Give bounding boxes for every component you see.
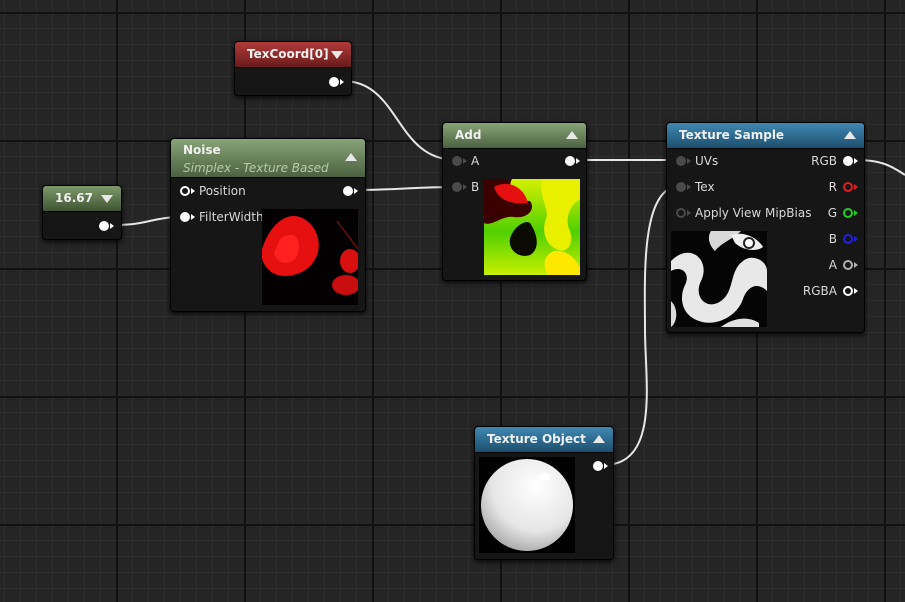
add-node-title: Add — [455, 128, 482, 142]
texture-sample-node[interactable]: Texture Sample UVs Tex Apply View MipBia… — [666, 122, 865, 333]
texture-object-node[interactable]: Texture Object — [474, 426, 614, 560]
wire-noise-to-add-b — [354, 186, 457, 191]
r-pin-label: R — [828, 180, 837, 194]
texture-sample-node-header[interactable]: Texture Sample — [667, 123, 864, 149]
pin-arrow-icon — [854, 210, 858, 216]
add-node[interactable]: Add A B — [442, 122, 587, 281]
material-graph-canvas[interactable]: TexCoord[0] 16.67 Noise Simplex - Textur… — [0, 0, 905, 602]
noise-node-title: Noise — [183, 143, 221, 157]
pin-arrow-icon — [191, 188, 195, 194]
rgb-output-pin[interactable] — [843, 156, 853, 166]
noise-node-subtitle: Simplex - Texture Based — [183, 161, 329, 175]
noise-preview-thumbnail — [262, 209, 358, 305]
constant-node[interactable]: 16.67 — [42, 185, 122, 240]
texture-sample-node-title: Texture Sample — [679, 128, 785, 142]
b-input-pin[interactable] — [452, 182, 462, 192]
constant-output-pin[interactable] — [99, 221, 109, 231]
apply-view-mipbias-pin-label: Apply View MipBias — [695, 206, 812, 220]
pin-arrow-icon — [854, 184, 858, 190]
collapse-arrow-icon[interactable] — [566, 131, 578, 139]
add-output-pin[interactable] — [565, 156, 575, 166]
texture-object-preview-thumbnail — [479, 457, 575, 553]
texture-object-node-header[interactable]: Texture Object — [475, 427, 613, 453]
pin-arrow-icon — [854, 158, 858, 164]
texcoord-output-pin[interactable] — [329, 77, 339, 87]
b-output-pin-label: B — [828, 232, 837, 246]
collapse-arrow-icon[interactable] — [331, 51, 343, 59]
pin-arrow-icon — [191, 214, 195, 220]
collapse-arrow-icon[interactable] — [593, 435, 605, 443]
collapse-arrow-icon[interactable] — [844, 131, 856, 139]
texcoord-node-title: TexCoord[0] — [247, 47, 329, 61]
rgb-pin-label: RGB — [811, 154, 837, 168]
uvs-pin-label: UVs — [695, 154, 719, 168]
tex-pin-label: Tex — [695, 180, 715, 194]
pin-arrow-icon — [110, 223, 114, 229]
noise-output-pin[interactable] — [343, 186, 353, 196]
pin-arrow-icon — [854, 288, 858, 294]
g-pin-label: G — [827, 206, 837, 220]
texture-object-output-pin[interactable] — [593, 461, 603, 471]
noise-node-header[interactable]: Noise Simplex - Texture Based — [171, 139, 365, 178]
pin-arrow-icon — [854, 236, 858, 242]
pin-arrow-icon — [463, 184, 467, 190]
pin-arrow-icon — [576, 158, 580, 164]
texcoord-node-header[interactable]: TexCoord[0] — [235, 42, 351, 68]
pin-arrow-icon — [340, 79, 344, 85]
filterwidth-input-pin[interactable] — [180, 212, 190, 222]
g-output-pin[interactable] — [843, 208, 853, 218]
a-output-pin[interactable] — [843, 260, 853, 270]
a-pin-label: A — [471, 154, 480, 168]
pin-arrow-icon — [604, 463, 608, 469]
constant-node-header[interactable]: 16.67 — [43, 186, 121, 212]
constant-node-value: 16.67 — [55, 191, 93, 205]
noise-node[interactable]: Noise Simplex - Texture Based Position F… — [170, 138, 366, 312]
position-pin-label: Position — [199, 184, 246, 198]
add-node-header[interactable]: Add — [443, 123, 586, 149]
tex-input-pin[interactable] — [676, 182, 686, 192]
b-output-pin[interactable] — [843, 234, 853, 244]
a-output-pin-label: A — [828, 258, 837, 272]
a-input-pin[interactable] — [452, 156, 462, 166]
pin-arrow-icon — [854, 262, 858, 268]
add-preview-thumbnail — [484, 179, 580, 275]
filterwidth-pin-label: FilterWidth — [199, 210, 264, 224]
pin-arrow-icon — [354, 188, 358, 194]
collapse-arrow-icon[interactable] — [345, 153, 357, 161]
pin-arrow-icon — [687, 158, 691, 164]
apply-view-mipbias-input-pin[interactable] — [676, 208, 686, 218]
rgba-output-pin[interactable] — [843, 286, 853, 296]
pin-arrow-icon — [687, 184, 691, 190]
rgba-pin-label: RGBA — [802, 284, 837, 298]
uvs-input-pin[interactable] — [676, 156, 686, 166]
collapse-arrow-icon[interactable] — [101, 195, 113, 203]
pin-arrow-icon — [463, 158, 467, 164]
texture-object-node-title: Texture Object — [487, 432, 586, 446]
b-pin-label: B — [471, 180, 480, 194]
texcoord-node[interactable]: TexCoord[0] — [234, 41, 352, 96]
pin-arrow-icon — [687, 210, 691, 216]
texture-sample-preview-thumbnail — [671, 231, 767, 327]
r-output-pin[interactable] — [843, 182, 853, 192]
position-input-pin[interactable] — [180, 186, 190, 196]
